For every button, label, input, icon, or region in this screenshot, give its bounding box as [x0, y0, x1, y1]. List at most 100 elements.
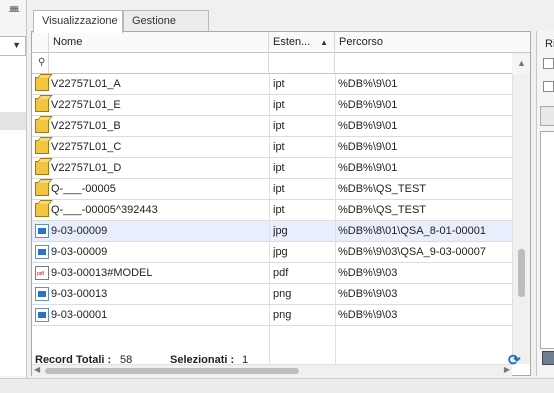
filter-pin-icon: ⚲ [38, 57, 46, 68]
refresh-icon[interactable]: ⟳ [508, 351, 526, 369]
image-icon [35, 308, 49, 322]
cell-extension: ipt [273, 162, 285, 174]
column-divider [269, 74, 270, 364]
chevron-up-icon: ▲ [517, 58, 526, 68]
total-records-value: 58 [120, 354, 133, 366]
filter-extension-input[interactable] [269, 53, 335, 73]
cell-name: 9-03-00009 [51, 225, 108, 237]
sort-ascending-icon: ▲ [320, 38, 328, 47]
grid-rows: V22757L01_A ipt %DB%\9\01 V22757L01_E ipt %DB… [32, 74, 512, 364]
column-header-extension-label: Esten... [273, 36, 311, 48]
cell-name: 9-03-00001 [51, 309, 108, 321]
left-panel: ᚙ ▼ [0, 0, 27, 380]
cell-path: %DB%\9\01 [338, 141, 398, 153]
right-panel-checkbox[interactable] [543, 58, 554, 69]
cell-path: %DB%\9\03 [338, 309, 398, 321]
cell-name: V22757L01_C [51, 141, 122, 153]
cell-extension: png [273, 288, 292, 300]
cell-name: V22757L01_B [51, 120, 121, 132]
column-divider [335, 74, 336, 364]
cell-extension: pdf [273, 267, 289, 279]
right-panel-list[interactable] [540, 131, 554, 349]
cell-extension: png [273, 309, 292, 321]
save-icon[interactable] [542, 351, 554, 365]
filter-indicator-cell: ⚲ [32, 53, 49, 73]
total-records-label: Record Totali : [35, 354, 112, 366]
vertical-scrollbar[interactable] [512, 74, 530, 364]
table-row[interactable]: 9-03-00013#MODEL pdf %DB%\9\03 [32, 263, 512, 284]
table-row[interactable]: V22757L01_E ipt %DB%\9\01 [32, 95, 512, 116]
table-row[interactable]: V22757L01_C ipt %DB%\9\01 [32, 137, 512, 158]
part-icon [35, 98, 49, 112]
filter-path-input[interactable] [335, 53, 512, 73]
bottom-bar [0, 378, 554, 393]
left-dropdown[interactable]: ▼ [0, 36, 26, 56]
right-panel-label: Ri [545, 38, 554, 50]
chevron-down-icon[interactable]: ▼ [12, 40, 21, 50]
cell-extension: jpg [273, 246, 288, 258]
cell-path: %DB%\8\01\QSA_8-01-00001 [338, 225, 486, 237]
file-grid: Nome Esten... ▲ Percorso ⚲ ▲ V22757L01_A… [31, 31, 531, 376]
cell-path: %DB%\9\01 [338, 120, 398, 132]
right-panel-button[interactable] [540, 106, 554, 126]
cell-name: 9-03-00009 [51, 246, 108, 258]
scroll-up-button[interactable]: ▲ [512, 53, 530, 74]
left-list-selected-item[interactable] [0, 112, 26, 130]
cell-name: V22757L01_D [51, 162, 122, 174]
selected-label: Selezionati : [170, 354, 235, 366]
cell-extension: ipt [273, 120, 285, 132]
left-list[interactable] [0, 56, 26, 376]
filter-name-input[interactable] [49, 53, 269, 73]
pdf-icon [35, 266, 49, 280]
column-header-name[interactable]: Nome [49, 32, 269, 53]
image-icon [35, 287, 49, 301]
table-row[interactable]: 9-03-00001 png %DB%\9\03 [32, 305, 512, 326]
right-panel: Ri [536, 31, 554, 376]
right-panel-checkbox[interactable] [543, 81, 554, 92]
cell-path: %DB%\9\01 [338, 162, 398, 174]
cell-path: %DB%\9\03 [338, 288, 398, 300]
table-row[interactable]: V22757L01_A ipt %DB%\9\01 [32, 74, 512, 95]
cell-extension: ipt [273, 99, 285, 111]
table-row[interactable]: 9-03-00013 png %DB%\9\03 [32, 284, 512, 305]
table-row[interactable]: Q-___-00005^392443 ipt %DB%\QS_TEST [32, 200, 512, 221]
selected-value: 1 [242, 354, 249, 366]
status-bar: Record Totali : 58 Selezionati : 1 ⟳ [31, 348, 531, 372]
table-row[interactable]: Q-___-00005 ipt %DB%\QS_TEST [32, 179, 512, 200]
cell-path: %DB%\QS_TEST [338, 204, 427, 216]
cell-extension: ipt [273, 141, 285, 153]
tab-visualizzazione[interactable]: Visualizzazione [33, 10, 123, 33]
table-row[interactable]: V22757L01_D ipt %DB%\9\01 [32, 158, 512, 179]
cell-path: %DB%\9\03 [338, 267, 398, 279]
cell-path: %DB%\9\03\QSA_9-03-00007 [338, 246, 486, 258]
table-row[interactable]: 9-03-00009 jpg %DB%\9\03\QSA_9-03-00007 [32, 242, 512, 263]
part-icon [35, 182, 49, 196]
filter-row: ⚲ [32, 53, 530, 74]
part-icon [35, 119, 49, 133]
grid-header: Nome Esten... ▲ Percorso [32, 32, 530, 53]
cell-name: 9-03-00013#MODEL [51, 267, 153, 279]
column-header-path[interactable]: Percorso [335, 32, 512, 53]
tab-gestione[interactable]: Gestione [123, 10, 209, 32]
pin-icon[interactable]: ᚙ [9, 6, 19, 16]
cell-extension: ipt [273, 204, 285, 216]
column-header-extension[interactable]: Esten... ▲ [269, 32, 335, 53]
cell-name: 9-03-00013 [51, 288, 108, 300]
cell-name: V22757L01_E [51, 99, 121, 111]
cell-extension: ipt [273, 183, 285, 195]
cell-name: Q-___-00005 [51, 183, 116, 195]
part-icon [35, 77, 49, 91]
image-icon [35, 224, 49, 238]
cell-path: %DB%\QS_TEST [338, 183, 427, 195]
cell-extension: jpg [273, 225, 288, 237]
cell-name: V22757L01_A [51, 78, 121, 90]
header-indicator-cell [32, 32, 49, 53]
table-row[interactable]: V22757L01_B ipt %DB%\9\01 [32, 116, 512, 137]
part-icon [35, 140, 49, 154]
table-row[interactable]: 9-03-00009 jpg %DB%\8\01\QSA_8-01-00001 [32, 221, 512, 242]
cell-path: %DB%\9\01 [338, 99, 398, 111]
cell-extension: ipt [273, 78, 285, 90]
vertical-scroll-thumb[interactable] [518, 249, 525, 297]
cell-path: %DB%\9\01 [338, 78, 398, 90]
part-icon [35, 203, 49, 217]
